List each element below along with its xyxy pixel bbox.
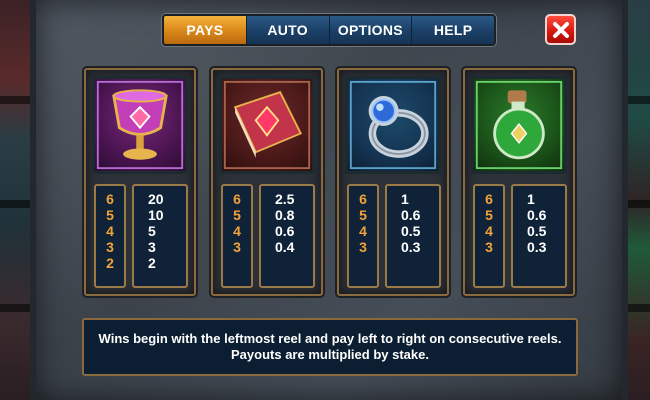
payout: 20	[148, 191, 164, 207]
payout: 0.3	[401, 239, 421, 255]
multiplier: 5	[233, 207, 241, 223]
multiplier: 3	[106, 239, 114, 255]
multiplier: 4	[359, 223, 367, 239]
multiplier: 2	[106, 255, 114, 271]
info-line-1: Wins begin with the leftmost reel and pa…	[98, 331, 562, 346]
chalice-icon	[92, 76, 188, 174]
payout: 0.6	[275, 223, 295, 239]
multiplier: 4	[485, 223, 493, 239]
payout: 0.8	[275, 207, 295, 223]
left-reel-edge	[0, 0, 34, 400]
payout: 0.5	[527, 223, 547, 239]
close-icon	[552, 21, 569, 38]
symbol-card-ring: 6 5 4 3 1 0.6 0.5 0.3	[337, 68, 449, 296]
multiplier: 3	[485, 239, 493, 255]
payout: 2	[148, 255, 156, 271]
payout: 0.4	[275, 239, 295, 255]
spellbook-icon	[219, 76, 315, 174]
multiplier: 4	[106, 223, 114, 239]
multiplier: 5	[359, 207, 367, 223]
info-line-2: Payouts are multiplied by stake.	[231, 347, 429, 362]
tab-options[interactable]: OPTIONS	[329, 16, 413, 44]
tab-bar: PAYS AUTO OPTIONS HELP	[162, 14, 496, 46]
tab-pays[interactable]: PAYS	[164, 16, 247, 44]
potion-icon	[471, 76, 567, 174]
multiplier: 5	[106, 207, 114, 223]
payout: 5	[148, 223, 156, 239]
payout: 0.3	[527, 239, 547, 255]
chalice-multipliers: 6 5 4 3 2	[94, 184, 126, 288]
ring-icon	[345, 76, 441, 174]
potion-payouts: 1 0.6 0.5 0.3	[511, 184, 567, 288]
payout: 3	[148, 239, 156, 255]
tab-help[interactable]: HELP	[412, 16, 494, 44]
multiplier: 6	[485, 191, 493, 207]
multiplier: 3	[233, 239, 241, 255]
payout: 0.5	[401, 223, 421, 239]
payout: 1	[401, 191, 409, 207]
spellbook-multipliers: 6 5 4 3	[221, 184, 253, 288]
multiplier: 6	[106, 191, 114, 207]
chalice-payouts: 20 10 5 3 2	[132, 184, 188, 288]
ring-payouts: 1 0.6 0.5 0.3	[385, 184, 441, 288]
spellbook-payouts: 2.5 0.8 0.6 0.4	[259, 184, 315, 288]
multiplier: 3	[359, 239, 367, 255]
symbol-card-spellbook: 6 5 4 3 2.5 0.8 0.6 0.4	[211, 68, 323, 296]
multiplier: 6	[233, 191, 241, 207]
multiplier: 6	[359, 191, 367, 207]
payout: 2.5	[275, 191, 295, 207]
paytable-info-box: Wins begin with the leftmost reel and pa…	[82, 318, 578, 376]
tab-auto[interactable]: AUTO	[246, 16, 330, 44]
payout: 1	[527, 191, 535, 207]
symbol-card-potion: 6 5 4 3 1 0.6 0.5 0.3	[463, 68, 575, 296]
multiplier: 4	[233, 223, 241, 239]
symbol-card-chalice: 6 5 4 3 2 20 10 5 3 2	[84, 68, 196, 296]
payout: 0.6	[401, 207, 421, 223]
payout: 10	[148, 207, 164, 223]
payout: 0.6	[527, 207, 547, 223]
multiplier: 5	[485, 207, 493, 223]
close-button[interactable]	[545, 14, 576, 45]
potion-multipliers: 6 5 4 3	[473, 184, 505, 288]
ring-multipliers: 6 5 4 3	[347, 184, 379, 288]
